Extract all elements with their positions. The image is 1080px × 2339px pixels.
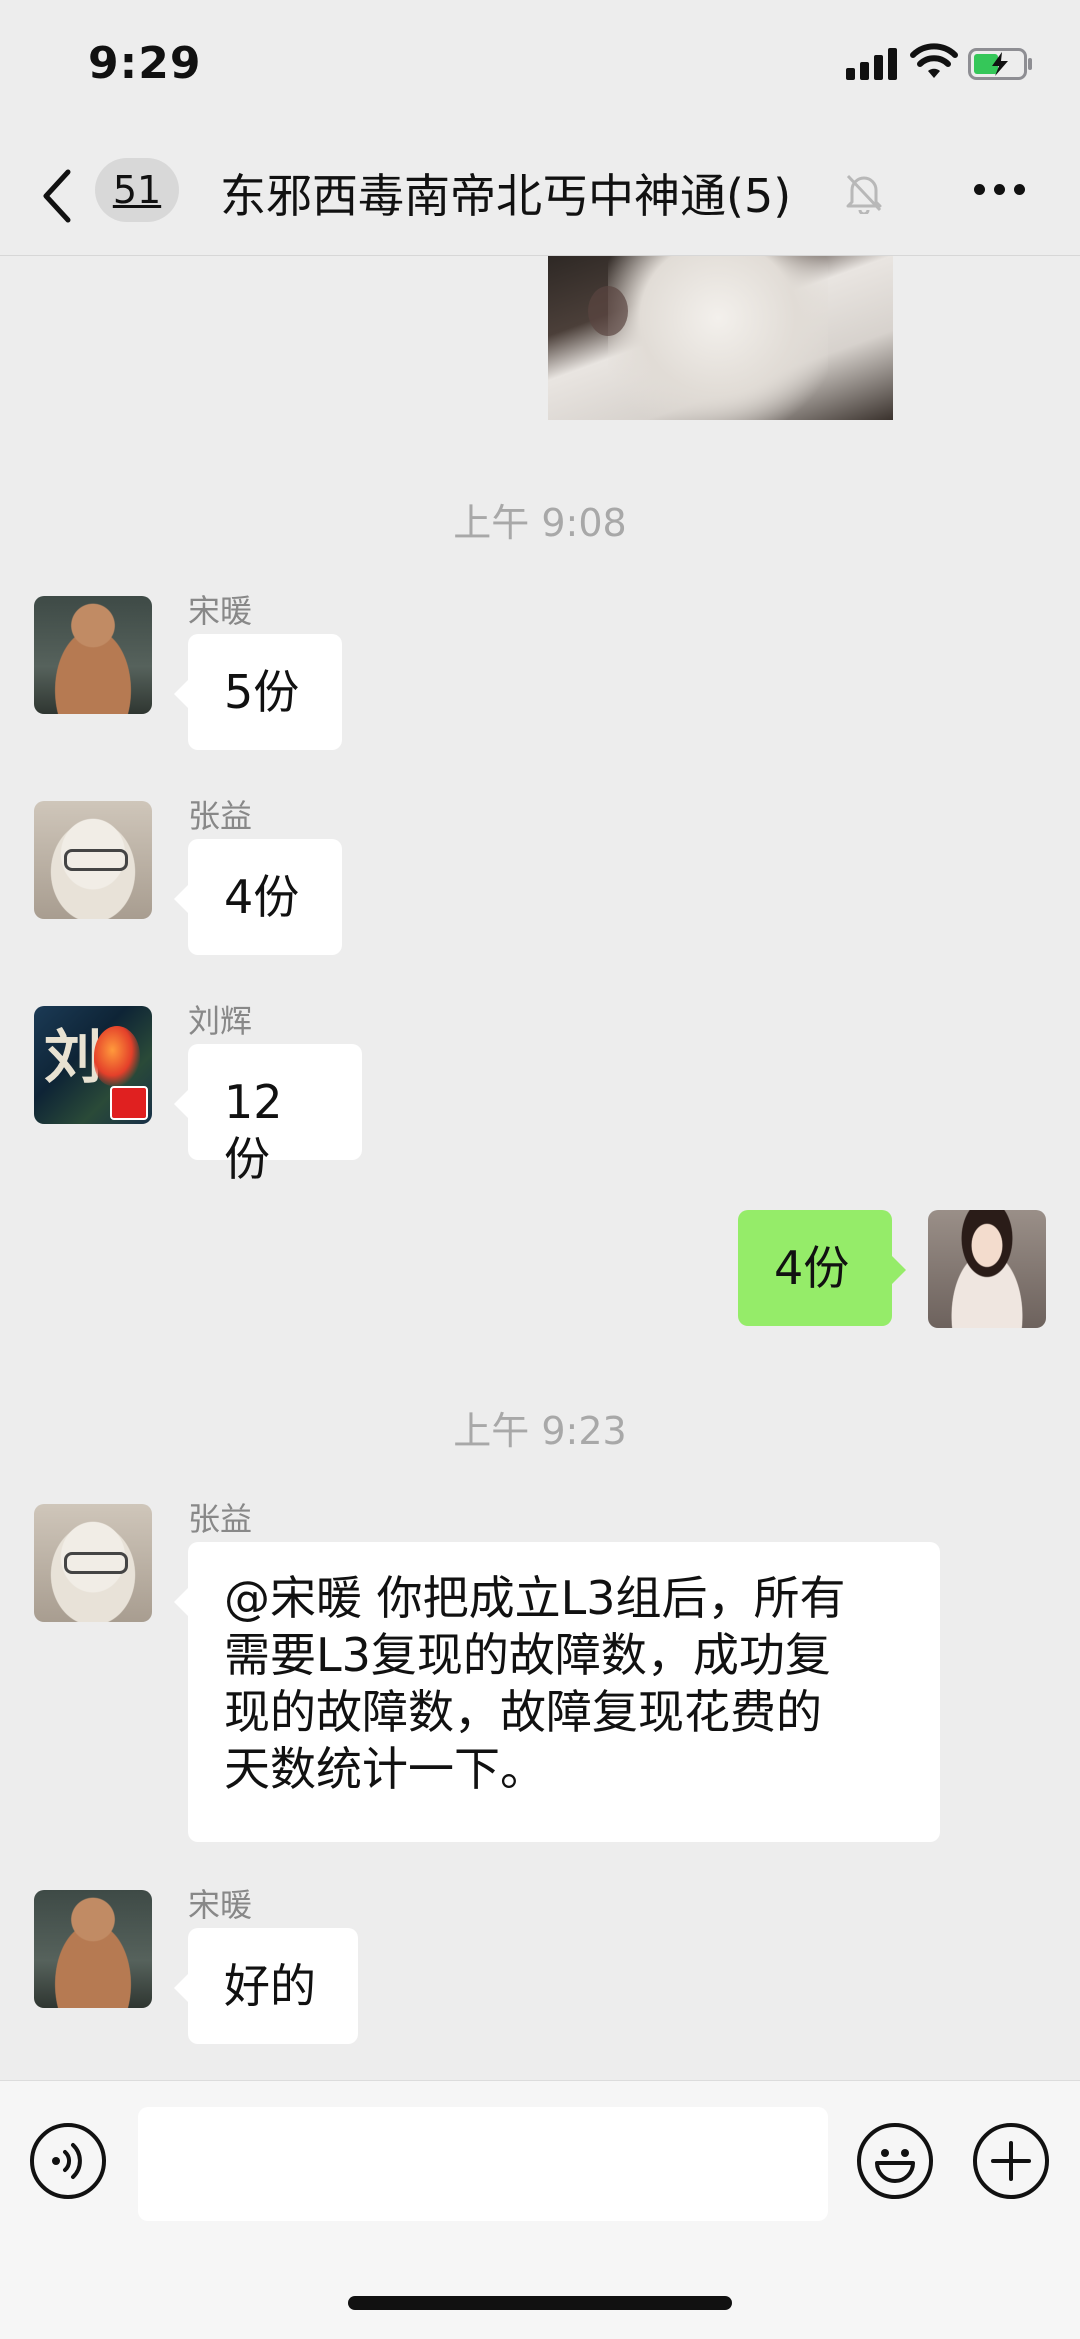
avatar[interactable] [34, 1890, 152, 2008]
my-avatar[interactable] [928, 1210, 1046, 1328]
message-text: 好的 [224, 1959, 316, 2013]
message-bubble[interactable]: 12份 [174, 1044, 362, 1186]
sender-name: 宋暖 [188, 592, 253, 630]
time-divider: 上午 9:08 [453, 501, 627, 545]
message-input[interactable] [138, 2107, 828, 2221]
emoji-button[interactable] [857, 2123, 933, 2199]
message-text: 4份 [774, 1241, 850, 1295]
message-text: 12份 [224, 1075, 283, 1186]
chevron-left-icon[interactable] [38, 166, 78, 226]
sender-name: 张益 [188, 1500, 253, 1538]
my-message-bubble[interactable]: 4份 [738, 1210, 906, 1326]
message-list[interactable]: 上午 9:08 宋暖 5份 张益 4份 刘 刘辉 12份 4份 上午 9:23 [0, 256, 1080, 2080]
message-bubble[interactable]: 好的 [174, 1928, 358, 2044]
status-time: 9:29 [88, 38, 202, 89]
message-bubble[interactable]: 4份 [174, 839, 342, 955]
sender-name: 宋暖 [188, 1886, 253, 1924]
chat-title[interactable]: 东邪西毒南帝北丐中神通(5) [220, 160, 791, 226]
more-dots-icon[interactable] [970, 180, 1030, 200]
status-bar: 9:29 [0, 0, 1080, 130]
battery-charging-icon [968, 48, 1032, 80]
avatar[interactable] [34, 1504, 152, 1622]
sender-name: 张益 [188, 797, 253, 835]
cellular-signal-icon [846, 46, 898, 80]
chat-screen: 9:29 51 东邪西毒南帝北丐中神通(5) 上午 9:08 宋暖 5份 张益 … [0, 0, 1080, 2339]
message-text-line: 天数统计一下。 [224, 1742, 546, 1796]
flag-icon [110, 1086, 148, 1120]
message-bubble[interactable]: @宋暖 你把成立L3组后，所有 需要L3复现的故障数，成功复 现的故障数，故障复… [174, 1542, 940, 1842]
wifi-icon [910, 43, 958, 78]
more-actions-button[interactable] [973, 2123, 1049, 2199]
voice-button[interactable] [30, 2123, 106, 2199]
message-text: 4份 [224, 870, 300, 924]
sender-name: 刘辉 [188, 1002, 253, 1040]
emoji-icon [875, 2149, 915, 2183]
unread-count-badge[interactable]: 51 [95, 158, 179, 222]
message-text-line: 需要L3复现的故障数，成功复 [224, 1628, 831, 1682]
voice-icon [52, 2143, 82, 2179]
message-text: 5份 [224, 665, 300, 719]
avatar[interactable]: 刘 [34, 1006, 152, 1124]
avatar[interactable] [34, 801, 152, 919]
bell-slash-icon [846, 174, 882, 214]
image-message[interactable] [548, 256, 893, 420]
chat-nav-bar: 51 东邪西毒南帝北丐中神通(5) [0, 140, 1080, 256]
message-bubble[interactable]: 5份 [174, 634, 342, 750]
message-text-line: 现的故障数，故障复现花费的 [224, 1685, 822, 1739]
plus-circle-icon [991, 2141, 1031, 2181]
avatar[interactable] [34, 596, 152, 714]
message-text-line: @宋暖 你把成立L3组后，所有 [224, 1571, 846, 1625]
time-divider: 上午 9:23 [453, 1409, 627, 1453]
home-indicator [348, 2296, 732, 2310]
